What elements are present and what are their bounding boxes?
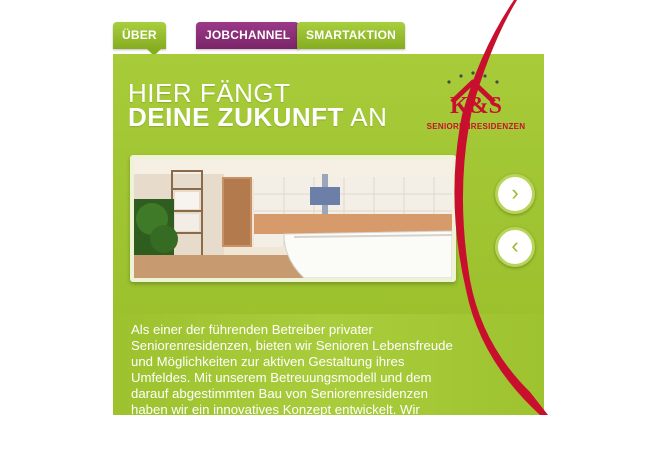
- decorative-swoosh: [454, 0, 548, 415]
